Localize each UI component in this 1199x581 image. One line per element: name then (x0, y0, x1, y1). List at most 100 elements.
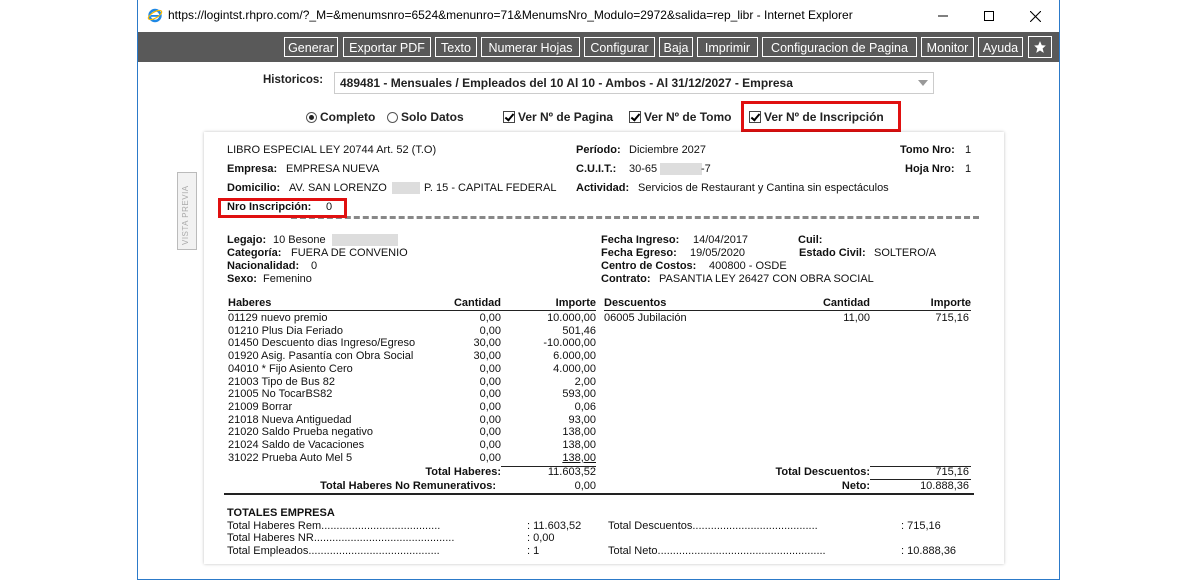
haberes-importe: 138,00 (562, 426, 596, 439)
redacted-area (332, 234, 398, 246)
haberes-cantidad: 0,00 (479, 375, 501, 388)
cuit-label: C.U.I.T.: (576, 163, 617, 175)
periodo-label: Período: (576, 144, 621, 156)
haberes-concepto: 01450 Descuento dias Ingreso/Egreso (228, 337, 416, 350)
maximize-icon (984, 11, 994, 21)
haberes-cantidad: 30,00 (473, 337, 501, 350)
empresa-label: Empresa: (227, 163, 278, 175)
header-underline (501, 310, 539, 311)
totals-separator (224, 493, 974, 495)
haberes-concepto: 21005 No TocarBS82 (228, 388, 333, 401)
checkbox-checked-icon (629, 111, 641, 123)
checkbox-ver-pagina[interactable]: Ver Nº de Pagina (503, 110, 613, 124)
haberes-concepto: 01920 Asig. Pasantía con Obra Social (228, 350, 414, 363)
sexo-label: Sexo: (227, 273, 257, 285)
haberes-importe: 0,06 (574, 400, 596, 413)
categoria-value: FUERA DE CONVENIO (291, 247, 408, 259)
contrato-value: PASANTIA LEY 26427 CON OBRA SOCIAL (659, 273, 874, 285)
total-descuentos-value: 715,16 (935, 466, 969, 478)
haberes-importe: 6.000,00 (553, 350, 596, 363)
separator (291, 216, 979, 219)
haberes-importe-header: Importe (539, 297, 596, 311)
imprimir-button[interactable]: Imprimir (697, 37, 758, 57)
total-neto-summary: Total Neto..............................… (608, 545, 826, 557)
descuentos-cantidad-header: Cantidad (818, 297, 870, 311)
texto-button[interactable]: Texto (435, 37, 477, 57)
tomo-value: 1 (965, 144, 972, 156)
domicilio-value-2: P. 15 - CAPITAL FEDERAL (424, 182, 557, 194)
tomo-label: Tomo Nro: (900, 144, 955, 156)
radio-completo[interactable]: Completo (306, 110, 375, 124)
fecha-egreso-value: 19/05/2020 (690, 247, 746, 259)
total-haberes-value: 11.603,52 (547, 466, 596, 478)
radio-solo-datos[interactable]: Solo Datos (387, 110, 464, 124)
monitor-button[interactable]: Monitor (921, 37, 974, 57)
checkbox-ver-tomo-label: Ver Nº de Tomo (644, 110, 732, 124)
neto-value: 10.888,36 (920, 480, 969, 492)
estado-civil-value: SOLTERO/A (874, 247, 937, 259)
total-haberes-label: Total Haberes: (425, 466, 501, 478)
descuento-cantidad: 11,00 (843, 312, 870, 324)
fecha-ingreso-label: Fecha Ingreso: (601, 234, 680, 246)
hoja-label: Hoja Nro: (905, 163, 955, 175)
total-no-rem-label: Total Haberes No Remunerativos: (320, 480, 496, 492)
haberes-importe: 593,00 (562, 388, 596, 401)
numerar-hojas-button[interactable]: Numerar Hojas (481, 37, 580, 57)
haberes-cantidad: 0,00 (479, 439, 501, 451)
domicilio-value-1: AV. SAN LORENZO (289, 182, 387, 194)
exportar-pdf-button[interactable]: Exportar PDF (343, 37, 431, 57)
configuracion-pagina-button[interactable]: Configuracion de Pagina (762, 37, 917, 57)
hoja-value: 1 (965, 163, 972, 175)
favorite-button[interactable] (1028, 36, 1052, 58)
total-descuentos-summary-value: : 715,16 (901, 520, 941, 532)
cuit-value-2: -7 (701, 163, 711, 175)
haberes-cantidad: 30,00 (473, 350, 501, 363)
haberes-importe: 2,00 (574, 375, 596, 388)
totales-title: TOTALES EMPRESA (227, 507, 335, 519)
redacted-area (392, 182, 420, 194)
haberes-concepto: 04010 * Fijo Asiento Cero (228, 362, 353, 375)
close-icon (1029, 10, 1041, 22)
cuil-label: Cuil: (798, 234, 823, 246)
haberes-concepto: 21020 Saldo Prueba negativo (228, 426, 373, 439)
vista-previa-tab[interactable]: VISTA PREVIA (177, 172, 197, 250)
haberes-cantidad: 0,00 (479, 400, 501, 413)
haberes-cantidad: 0,00 (479, 362, 501, 375)
title-bar: https://logintst.rhpro.com/?_M=&menumsnr… (138, 0, 1059, 32)
ayuda-button[interactable]: Ayuda (978, 37, 1023, 57)
libro-title: LIBRO ESPECIAL LEY 20744 Art. 52 (T.O) (227, 144, 437, 156)
haberes-cantidad-header: Cantidad (444, 297, 501, 311)
radio-unchecked-icon (387, 111, 398, 123)
contrato-label: Contrato: (601, 273, 651, 285)
close-button[interactable] (1012, 0, 1058, 32)
domicilio-label: Domicilio: (227, 182, 281, 194)
actividad-label: Actividad: (576, 182, 630, 194)
haberes-importe: 138,00 (562, 451, 596, 464)
window-title: https://logintst.rhpro.com/?_M=&menumsnr… (168, 8, 853, 22)
highlight-box-nro-inscripcion (218, 198, 347, 218)
haberes-concepto: 21024 Saldo de Vacaciones (228, 439, 365, 451)
legajo-label: Legajo: (227, 234, 267, 246)
radio-solo-datos-label: Solo Datos (401, 110, 464, 124)
haberes-cantidad: 0,00 (479, 312, 501, 324)
sexo-value: Femenino (263, 273, 312, 285)
baja-button[interactable]: Baja (659, 37, 693, 57)
total-haberes-nr-value: : 0,00 (527, 532, 555, 544)
periodo-value: Diciembre 2027 (629, 144, 707, 156)
historicos-select[interactable]: 489481 - Mensuales / Empleados del 10 Al… (334, 72, 934, 94)
haberes-concepto: 21009 Borrar (228, 400, 293, 413)
total-neto-summary-value: : 10.888,36 (901, 545, 957, 557)
configurar-button[interactable]: Configurar (584, 37, 655, 57)
centro-costos-label: Centro de Costos: (601, 260, 697, 272)
haberes-concepto: 21003 Tipo de Bus 82 (228, 375, 336, 388)
maximize-button[interactable] (966, 0, 1012, 32)
minimize-button[interactable] (920, 0, 966, 32)
haberes-cantidad: 0,00 (479, 388, 501, 401)
total-descuentos-label: Total Descuentos: (775, 466, 870, 478)
descuento-concepto: 06005 Jubilación (604, 312, 687, 324)
toolbar: Generar Exportar PDF Texto Numerar Hojas… (138, 32, 1059, 62)
checkbox-ver-tomo[interactable]: Ver Nº de Tomo (629, 110, 732, 124)
chevron-down-icon (918, 80, 928, 86)
nacionalidad-value: 0 (311, 260, 318, 272)
generar-button[interactable]: Generar (284, 37, 338, 57)
